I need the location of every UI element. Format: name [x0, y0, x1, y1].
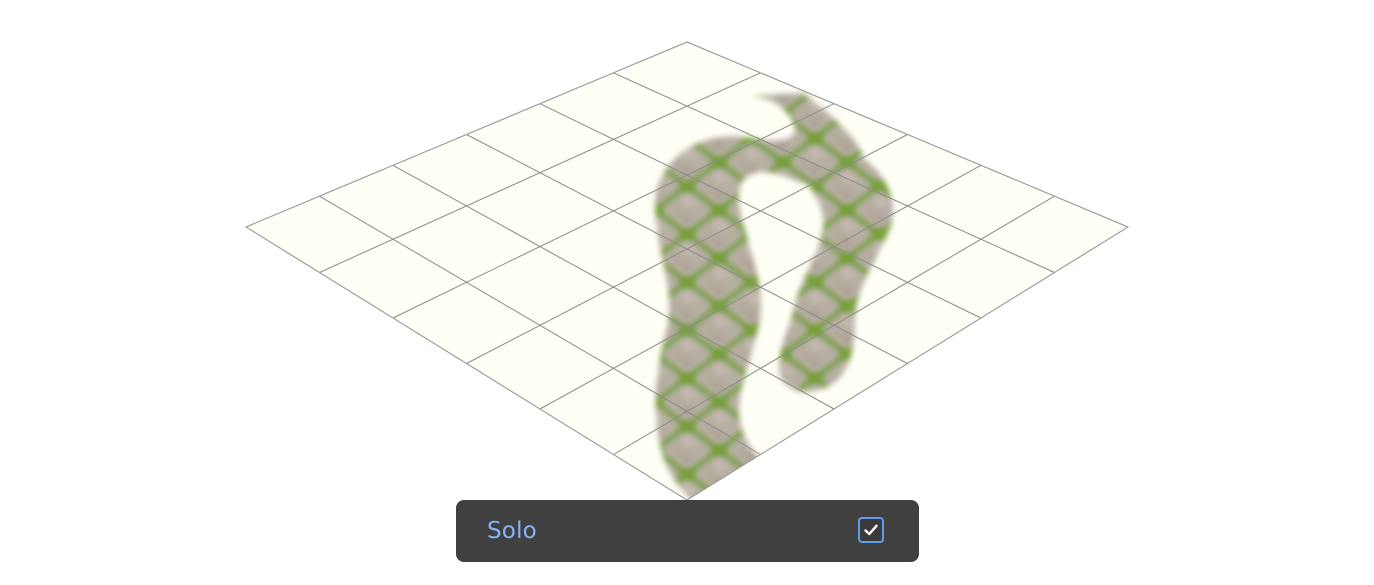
- viewport-3d[interactable]: [0, 0, 1374, 581]
- checkmark-icon: [864, 524, 878, 536]
- solo-checkbox[interactable]: [858, 517, 884, 543]
- solo-label: Solo: [487, 518, 537, 544]
- solo-panel: Solo: [456, 500, 919, 562]
- scene-canvas[interactable]: [0, 0, 1374, 581]
